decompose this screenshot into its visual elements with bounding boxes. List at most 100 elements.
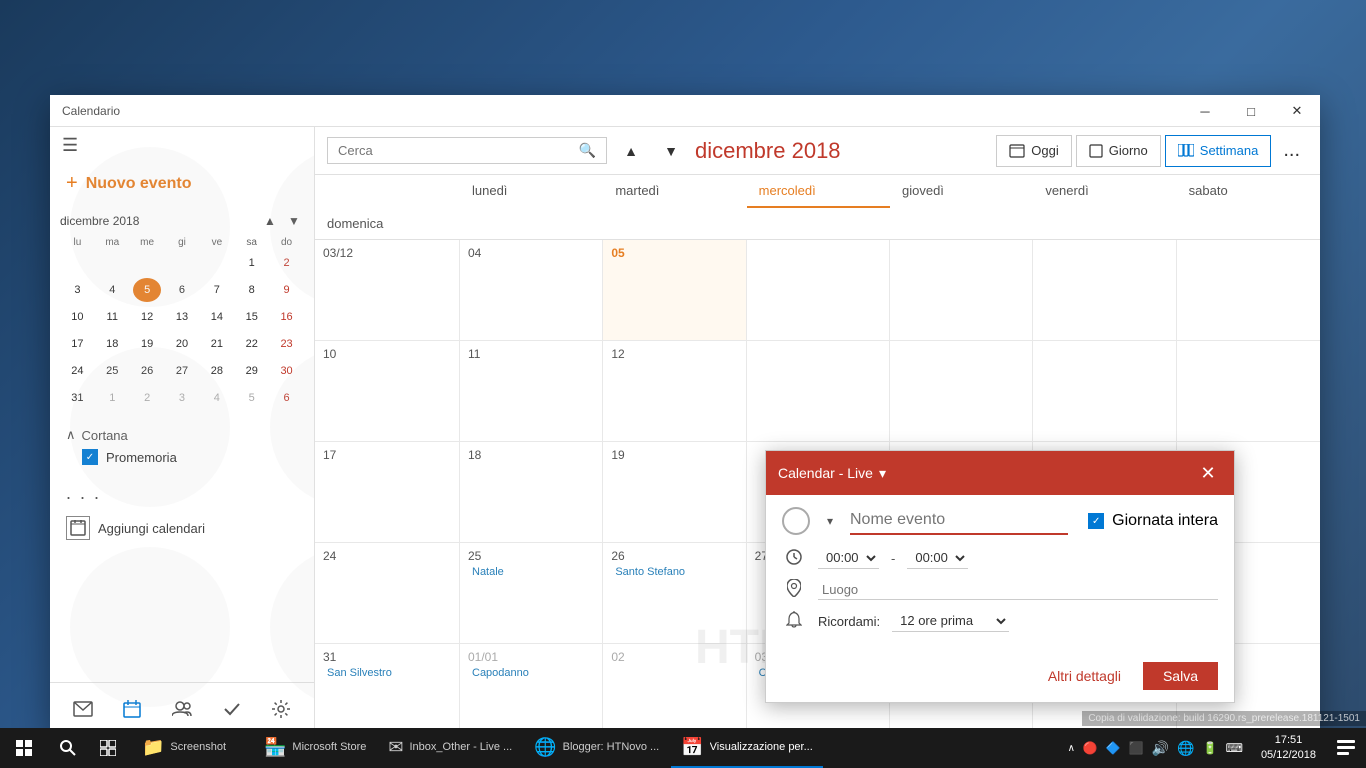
mini-cal-cell[interactable]: 30 [273,359,301,383]
mini-cal-cell[interactable]: 10 [63,305,91,329]
prev-period-button[interactable]: ▲ [615,135,647,167]
taskbar-item-screenshot[interactable]: 📁 Screenshot [132,728,252,768]
taskbar-item-inbox[interactable]: ✉ Inbox_Other - Live ... [378,728,522,768]
mini-cal-cell[interactable]: 29 [238,359,266,383]
mini-cal-cell[interactable]: 4 [203,386,231,410]
cal-day-cell[interactable] [1177,341,1320,441]
giorno-button[interactable]: Giorno [1076,135,1161,167]
action-center-button[interactable] [1326,728,1366,768]
cal-day-cell[interactable] [1177,240,1320,340]
mini-cal-cell[interactable]: 6 [273,386,301,410]
popup-location-input[interactable] [818,580,1218,600]
sidebar-nav-people[interactable] [164,691,200,727]
cal-day-cell[interactable]: 24 [315,543,460,643]
mini-cal-cell[interactable]: 7 [203,278,231,302]
minimize-button[interactable]: ─ [1182,95,1228,127]
tray-keyboard-icon[interactable]: ⌨ [1226,741,1243,755]
mini-cal-cell[interactable]: 4 [98,278,126,302]
popup-calendar-dropdown[interactable]: ▾ [879,465,886,482]
cal-day-cell[interactable]: 25 Natale [460,543,603,643]
cal-day-cell-today[interactable]: 05 [603,240,746,340]
mini-cal-cell[interactable]: 11 [98,305,126,329]
cal-day-cell[interactable] [1033,341,1176,441]
mini-cal-cell[interactable]: 20 [168,332,196,356]
close-button[interactable]: ✕ [1274,95,1320,127]
mini-cal-cell[interactable]: 16 [273,305,301,329]
cal-day-cell[interactable]: 04 [460,240,603,340]
sidebar-nav-settings[interactable] [263,691,299,727]
sidebar-nav-calendar[interactable] [114,691,150,727]
mini-cal-cell[interactable]: 12 [133,305,161,329]
popup-reminder-select[interactable]: 12 ore prima 30 minuti prima 1 ora prima [892,610,1009,632]
hamburger-icon[interactable]: ☰ [62,135,78,156]
cal-day-cell[interactable]: 11 [460,341,603,441]
search-input[interactable] [338,143,579,158]
popup-expand-button[interactable]: ▾ [818,509,842,533]
cortana-header[interactable]: ∧ Cortana [66,427,298,443]
mini-cal-cell[interactable]: 25 [98,359,126,383]
mini-cal-cell[interactable]: 1 [238,251,266,275]
tray-arrow-icon[interactable]: ∧ [1068,743,1075,754]
mini-cal-cell[interactable]: 18 [98,332,126,356]
mini-cal-cell[interactable]: 24 [63,359,91,383]
taskview-button[interactable] [88,728,128,768]
start-button[interactable] [0,728,48,768]
mini-cal-cell[interactable] [63,251,91,275]
mini-cal-cell[interactable]: 15 [238,305,266,329]
mini-cal-cell[interactable]: 8 [238,278,266,302]
sidebar-nav-tasks[interactable] [214,691,250,727]
mini-cal-cell[interactable]: 3 [168,386,196,410]
mini-cal-cell[interactable]: 17 [63,332,91,356]
cal-day-cell[interactable]: 31 San Silvestro [315,644,460,735]
mini-cal-cell[interactable]: 31 [63,386,91,410]
taskbar-item-blogger[interactable]: 🌐 Blogger: HTNovo ... [524,728,669,768]
popup-time-end-select[interactable]: 00:00 [907,547,968,569]
mini-cal-prev[interactable]: ▲ [260,211,280,231]
popup-allday-checkbox[interactable]: ✓ [1088,513,1104,529]
mini-cal-cell-today[interactable]: 5 [133,278,161,302]
cal-day-cell[interactable]: 18 [460,442,603,542]
toolbar-more[interactable]: ... [1275,139,1308,162]
mini-cal-cell[interactable]: 1 [98,386,126,410]
promemoria-checkbox[interactable]: ✓ [82,449,98,465]
mini-cal-cell[interactable]: 23 [273,332,301,356]
tray-volume-icon[interactable]: 🔊 [1152,740,1169,757]
mini-cal-next[interactable]: ▼ [284,211,304,231]
new-event-button[interactable]: + Nuovo evento [50,164,314,203]
maximize-button[interactable]: □ [1228,95,1274,127]
mini-cal-cell[interactable]: 19 [133,332,161,356]
mini-cal-cell[interactable]: 2 [273,251,301,275]
mini-cal-cell[interactable] [168,251,196,275]
mini-cal-cell[interactable]: 21 [203,332,231,356]
tray-battery-icon[interactable]: 🔋 [1203,741,1218,755]
taskbar-clock[interactable]: 17:51 05/12/2018 [1251,733,1326,764]
mini-cal-cell[interactable]: 14 [203,305,231,329]
cal-day-cell[interactable]: 02 [603,644,746,735]
cal-day-cell[interactable] [1033,240,1176,340]
mini-cal-cell[interactable]: 3 [63,278,91,302]
mini-cal-cell[interactable]: 9 [273,278,301,302]
popup-close-button[interactable]: ✕ [1194,459,1222,487]
cal-day-cell[interactable] [747,240,890,340]
mini-cal-cell[interactable] [133,251,161,275]
taskbar-item-store[interactable]: 🏪 Microsoft Store [254,728,376,768]
cal-day-cell[interactable] [747,341,890,441]
cal-day-cell[interactable]: 03/12 [315,240,460,340]
mini-cal-cell[interactable] [203,251,231,275]
taskbar-search-button[interactable] [48,728,88,768]
mini-cal-cell[interactable]: 26 [133,359,161,383]
mini-cal-cell[interactable]: 5 [238,386,266,410]
oggi-button[interactable]: Oggi [996,135,1071,167]
cal-day-cell[interactable] [890,240,1033,340]
cal-day-cell[interactable]: 10 [315,341,460,441]
mini-cal-cell[interactable]: 27 [168,359,196,383]
mini-cal-cell[interactable]: 6 [168,278,196,302]
cal-day-cell[interactable]: 12 [603,341,746,441]
next-period-button[interactable]: ▼ [655,135,687,167]
popup-circle-button[interactable] [782,507,810,535]
settimana-button[interactable]: Settimana [1165,135,1272,167]
tray-network-icon[interactable]: 🌐 [1177,740,1194,757]
cal-day-cell[interactable]: 17 [315,442,460,542]
mini-cal-cell[interactable]: 28 [203,359,231,383]
cal-day-cell[interactable]: 19 [603,442,746,542]
